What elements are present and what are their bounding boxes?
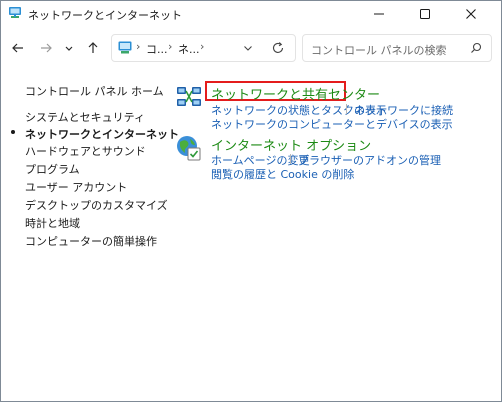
search-input[interactable]: コントロール パネルの検索 — [302, 34, 492, 62]
recent-locations-button[interactable] — [63, 40, 75, 56]
control-panel-icon — [118, 41, 132, 54]
breadcrumb-separator-icon: › — [168, 40, 173, 53]
sidebar-item-control-panel-home[interactable]: コントロール パネル ホーム — [25, 83, 164, 99]
network-sharing-center-icon — [177, 87, 201, 106]
sidebar-item-system-security[interactable]: システムとセキュリティ — [25, 109, 145, 125]
minimize-icon — [374, 13, 384, 15]
maximize-button[interactable] — [404, 1, 446, 27]
sidebar-item-desktop-customization[interactable]: デスクトップのカスタマイズ — [25, 197, 168, 213]
control-panel-window: ネットワークとインターネット › コ... › ネ... › コントロール パネ… — [0, 0, 502, 402]
sidebar-item-clock-region[interactable]: 時計と地域 — [25, 215, 80, 231]
internet-options-icon — [177, 136, 201, 161]
delete-history-cookies-link[interactable]: 閲覧の履歴と Cookie の削除 — [211, 166, 354, 182]
sidebar-item-ease-of-access[interactable]: コンピューターの簡単操作 — [25, 233, 157, 249]
back-button[interactable] — [10, 40, 26, 56]
chevron-down-icon — [65, 46, 73, 51]
arrow-up-icon — [88, 42, 98, 53]
refresh-icon[interactable] — [271, 41, 285, 55]
arrow-left-icon — [12, 43, 23, 53]
forward-button[interactable] — [38, 40, 54, 56]
sidebar-item-user-accounts[interactable]: ユーザー アカウント — [25, 179, 127, 195]
navigation-bar: › コ... › ネ... › コントロール パネルの検索 — [1, 31, 501, 65]
window-title: ネットワークとインターネット — [28, 9, 182, 22]
sidebar-item-hardware-sound[interactable]: ハードウェアとサウンド — [25, 143, 146, 159]
sidebar-item-programs[interactable]: プログラム — [25, 161, 80, 177]
breadcrumb-separator-icon: › — [200, 40, 205, 53]
view-network-computers-link[interactable]: ネットワークのコンピューターとデバイスの表示 — [211, 116, 453, 132]
close-button[interactable] — [450, 1, 492, 27]
task-divider — [346, 104, 347, 114]
network-app-icon — [9, 7, 21, 18]
active-bullet-icon — [11, 130, 15, 134]
breadcrumb-separator-icon: › — [136, 40, 141, 53]
minimize-button[interactable] — [358, 1, 400, 27]
up-button[interactable] — [85, 40, 101, 56]
breadcrumb-control-panel[interactable]: コ... — [146, 41, 168, 57]
title-bar: ネットワークとインターネット — [1, 1, 501, 27]
arrow-right-icon — [41, 43, 52, 53]
close-icon — [466, 9, 476, 19]
address-bar[interactable]: › コ... › ネ... › — [111, 34, 296, 62]
network-sharing-center-link[interactable]: ネットワークと共有センター — [211, 84, 380, 103]
sidebar-item-network-internet[interactable]: ネットワークとインターネット — [25, 126, 179, 142]
task-divider — [290, 154, 291, 164]
breadcrumb-network[interactable]: ネ... — [178, 41, 200, 57]
search-icon — [471, 42, 482, 53]
maximize-icon — [420, 9, 430, 19]
address-history-chevron-icon[interactable] — [242, 42, 254, 54]
search-placeholder: コントロール パネルの検索 — [311, 44, 447, 57]
